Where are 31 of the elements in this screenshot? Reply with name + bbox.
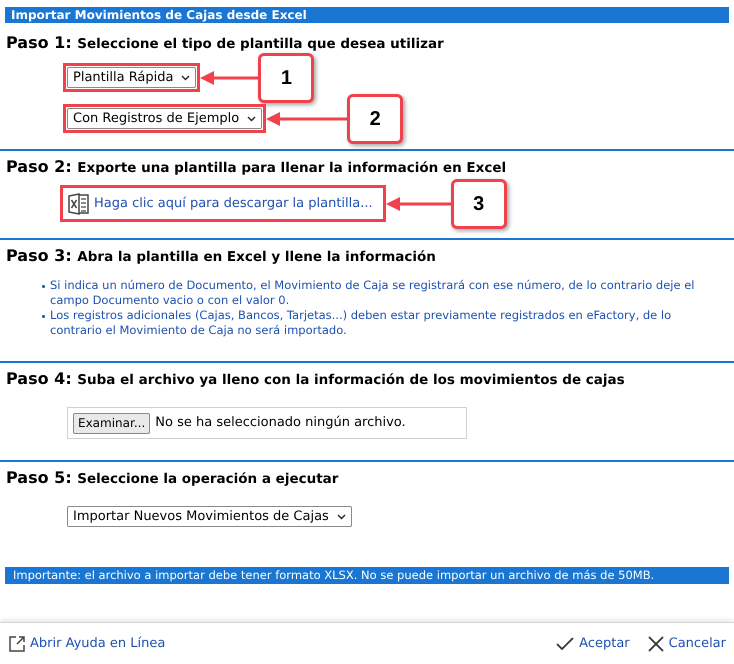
chevron-down-icon: [181, 74, 190, 80]
spreadsheet-icon: [67, 192, 91, 216]
step-heading: Paso 2: Exporte una plantilla para llenar la información en Excel: [6, 156, 508, 178]
step-heading: Paso 3: Abra la plantilla en Excel y llene la información: [6, 245, 437, 267]
external-link-icon: [8, 634, 26, 652]
callout-number: 1: [258, 52, 314, 102]
bullet-icon: [42, 285, 45, 288]
dropdown-select[interactable]: Con Registros de Ejemplo: [67, 108, 262, 129]
instruction-text: Los registros adicionales (Cajas, Bancos, Tarjetas...) deben estar previamente registrados en eFactory, de lo contrario el Movimiento de Caja no será importado.: [50, 308, 672, 338]
step-heading: Paso 1: Seleccione el tipo de plantilla que desea utilizar: [6, 32, 445, 54]
step-heading: Paso 4: Suba el archivo ya lleno con la información de los movimientos de cajas: [6, 368, 626, 390]
browse-button[interactable]: Examinar...: [73, 412, 150, 434]
instruction-text: Si indica un número de Documento, el Movimiento de Caja se registrará con ese número, de lo contrario deje el campo Documento vacio o con el valor 0.: [50, 278, 696, 308]
checkmark-icon: [556, 636, 574, 650]
download-link[interactable]: Haga clic aquí para descargar la plantilla...: [94, 194, 373, 214]
callout-number: 3: [450, 178, 507, 228]
cancel-button[interactable]: Cancelar: [648, 634, 726, 654]
help-link[interactable]: Abrir Ayuda en Línea: [8, 634, 166, 654]
dropdown-select[interactable]: Plantilla Rápida: [67, 67, 196, 88]
callout-number: 2: [347, 94, 404, 144]
step-heading: Paso 5: Seleccione la operación a ejecutar: [6, 467, 340, 489]
close-icon: [648, 636, 664, 652]
notice-banner: Importante: el archivo a importar debe tener formato XLSX. No se puede importar un archivo de más de 50MB.: [5, 567, 729, 584]
chevron-down-icon: [336, 514, 346, 520]
dropdown-select[interactable]: Importar Nuevos Movimientos de Cajas: [67, 506, 352, 527]
bullet-icon: [42, 315, 45, 318]
file-status: No se ha seleccionado ningún archivo.: [155, 414, 406, 432]
window-title: Importar Movimientos de Cajas desde Excel: [5, 7, 729, 23]
accept-button[interactable]: Aceptar: [556, 634, 630, 654]
chevron-down-icon: [247, 116, 256, 122]
file-field[interactable]: Examinar... No se ha seleccionado ningún archivo.: [67, 407, 467, 439]
